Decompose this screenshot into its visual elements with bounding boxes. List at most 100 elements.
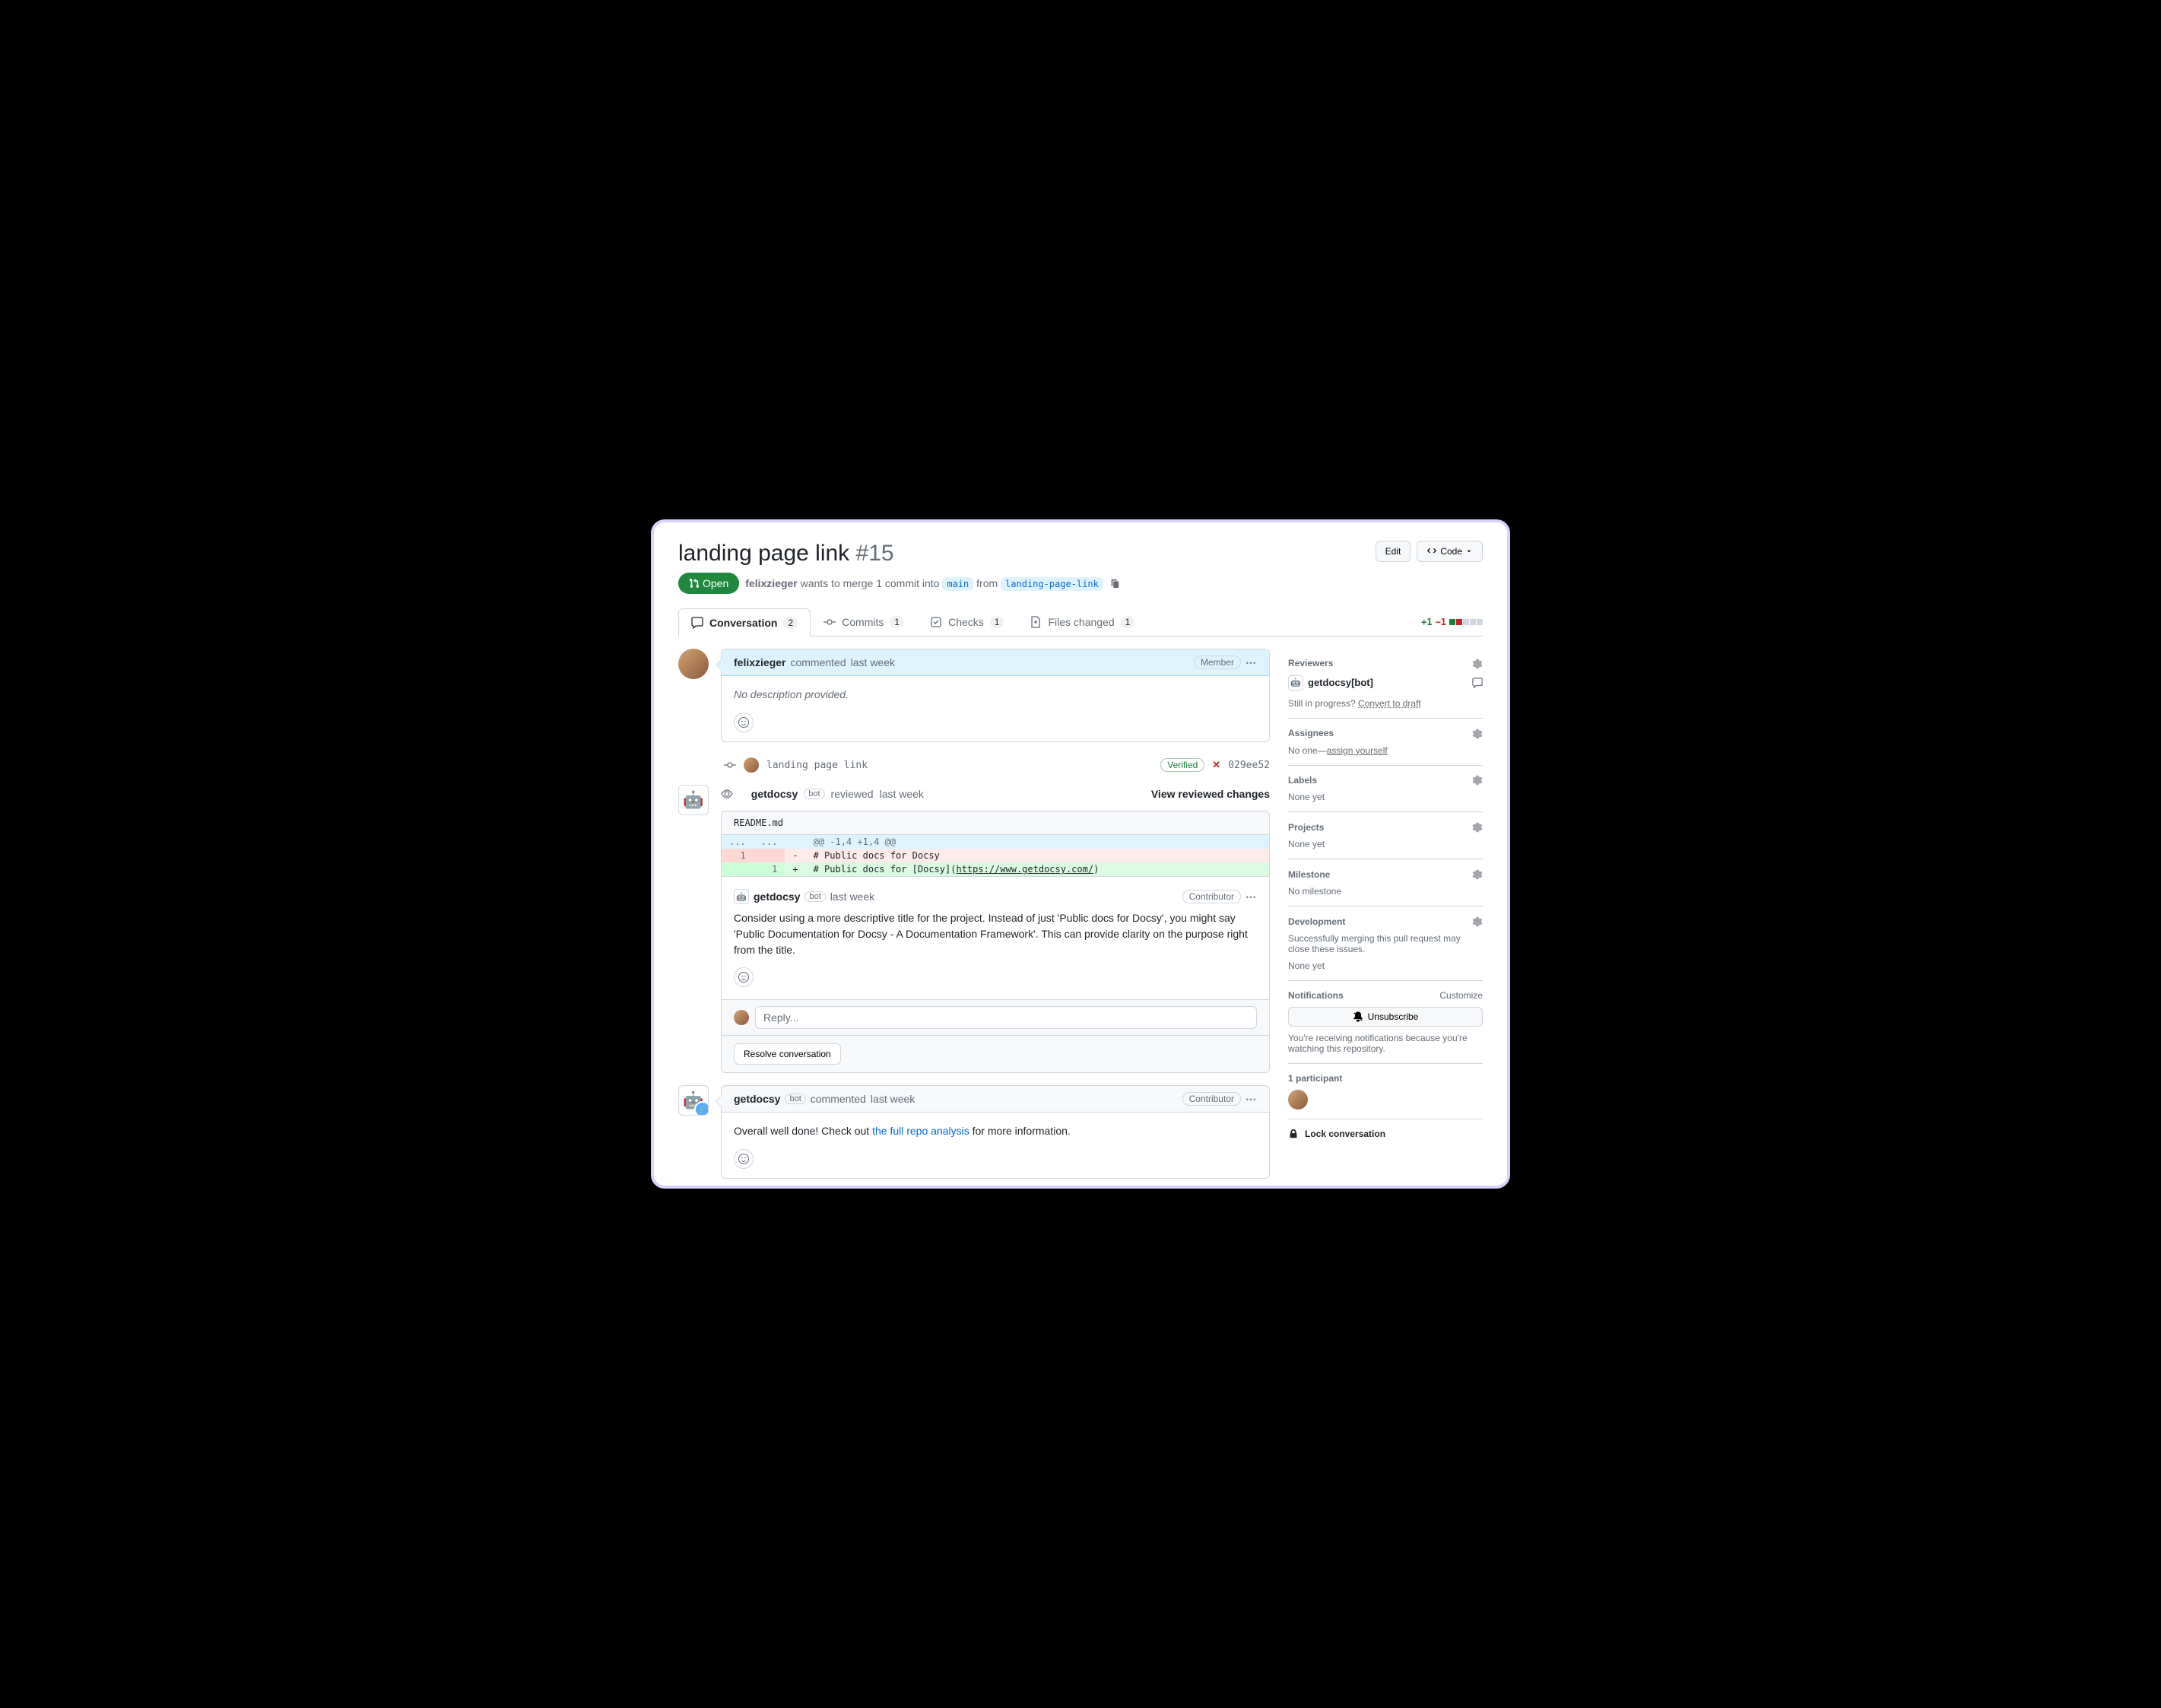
code-icon [1426, 546, 1437, 557]
sidebar: Reviewers 🤖 getdocsy[bot] Still in progr… [1288, 649, 1483, 1186]
rc-author[interactable]: getdocsy [754, 891, 800, 903]
contributor-badge: Contributor [1182, 1092, 1241, 1106]
comment-body: Overall well done! Check out the full re… [722, 1113, 1269, 1149]
smiley-icon [738, 971, 750, 983]
comment-box: felixzieger commented last week Member ⋯… [721, 649, 1270, 742]
pr-author[interactable]: felixzieger [745, 577, 797, 589]
kebab-icon[interactable]: ⋯ [1246, 1093, 1257, 1106]
base-branch[interactable]: main [942, 577, 973, 591]
commit-message[interactable]: landing page link [766, 760, 868, 771]
development-title: Development [1288, 916, 1345, 927]
participant-avatar[interactable] [1288, 1090, 1308, 1110]
notifications-title: Notifications [1288, 990, 1344, 1001]
comment-icon [691, 617, 703, 629]
tabs: Conversation 2 Commits 1 Checks 1 Files … [678, 608, 1483, 637]
avatar[interactable] [744, 757, 759, 773]
commit-icon [823, 616, 836, 628]
gear-icon[interactable] [1472, 868, 1483, 880]
avatar[interactable] [734, 1010, 749, 1025]
avatar-bot[interactable]: 🤖 [734, 889, 749, 904]
copy-icon[interactable] [1109, 578, 1120, 589]
comment-body: No description provided. [734, 688, 849, 700]
code-button[interactable]: Code [1417, 541, 1483, 562]
tab-commits[interactable]: Commits 1 [811, 608, 917, 636]
gear-icon[interactable] [1472, 728, 1483, 739]
diff-table: ......@@ -1,4 +1,4 @@ 1-# Public docs fo… [722, 835, 1269, 876]
avatar[interactable] [678, 649, 709, 679]
tab-files[interactable]: Files changed 1 [1017, 608, 1147, 636]
react-button[interactable] [734, 967, 754, 987]
tab-checks[interactable]: Checks 1 [917, 608, 1017, 636]
member-badge: Member [1194, 656, 1241, 669]
bot-badge: bot [804, 891, 825, 902]
head-branch[interactable]: landing-page-link [1001, 577, 1103, 591]
comment-icon[interactable] [1472, 678, 1483, 688]
gear-icon[interactable] [1472, 775, 1483, 786]
pr-title: landing page link #15 [678, 541, 894, 567]
review-author[interactable]: getdocsy [751, 788, 798, 800]
bot-badge: bot [804, 789, 824, 799]
labels-body: None yet [1288, 792, 1483, 802]
contributor-badge: Contributor [1182, 890, 1241, 903]
verified-badge[interactable]: Verified [1160, 758, 1204, 772]
gear-icon[interactable] [1472, 658, 1483, 669]
avatar-bot[interactable]: 🤖 [1288, 675, 1303, 691]
kebab-icon[interactable]: ⋯ [1246, 891, 1257, 903]
react-button[interactable] [734, 1149, 754, 1169]
eye-icon [721, 788, 733, 800]
bot-badge: bot [785, 1094, 805, 1104]
avatar-bot[interactable]: 🤖 [678, 785, 709, 815]
customize-link[interactable]: Customize [1439, 990, 1483, 1001]
commit-row: landing page link Verified ✕ 029ee52 [678, 754, 1270, 776]
notifications-reason: You're receiving notifications because y… [1288, 1033, 1483, 1054]
labels-title: Labels [1288, 775, 1317, 786]
pr-meta: Open felixzieger wants to merge 1 commit… [678, 573, 1483, 594]
projects-body: None yet [1288, 839, 1483, 849]
projects-title: Projects [1288, 822, 1324, 833]
review-file[interactable]: README.md [722, 811, 1269, 835]
diffstat: +1 −1 [1421, 617, 1483, 627]
view-changes-link[interactable]: View reviewed changes [1151, 788, 1270, 800]
app-window: landing page link #15 Edit Code Open fel… [651, 519, 1510, 1189]
gear-icon[interactable] [1472, 821, 1483, 833]
reviewers-title: Reviewers [1288, 658, 1333, 668]
convert-draft-link[interactable]: Convert to draft [1358, 698, 1421, 709]
analysis-link[interactable]: the full repo analysis [872, 1125, 969, 1137]
react-button[interactable] [734, 713, 754, 732]
edit-button[interactable]: Edit [1376, 541, 1411, 562]
commit-sha[interactable]: 029ee52 [1228, 760, 1270, 771]
caret-down-icon [1465, 548, 1473, 555]
reply-input[interactable]: Reply... [755, 1006, 1257, 1029]
assignees-title: Assignees [1288, 728, 1334, 738]
review-time[interactable]: last week [880, 788, 924, 800]
comment-time[interactable]: last week [871, 1093, 915, 1105]
scroll-area[interactable]: landing page link #15 Edit Code Open fel… [654, 522, 1507, 1186]
resolve-button[interactable]: Resolve conversation [734, 1043, 841, 1065]
avatar-bot[interactable]: 🤖 [678, 1085, 709, 1116]
development-none: None yet [1288, 960, 1483, 971]
smiley-icon [738, 1153, 750, 1165]
file-diff-icon [1030, 616, 1042, 628]
rc-time[interactable]: last week [830, 891, 874, 903]
check-icon [930, 616, 942, 628]
review-box: README.md ......@@ -1,4 +1,4 @@ 1-# Publ… [721, 811, 1270, 1073]
gear-icon[interactable] [1472, 916, 1483, 927]
comment-author[interactable]: getdocsy [734, 1093, 780, 1105]
tab-conversation[interactable]: Conversation 2 [678, 608, 811, 637]
assign-yourself-link[interactable]: assign yourself [1327, 745, 1388, 756]
milestone-body: No milestone [1288, 886, 1483, 897]
state-badge: Open [678, 573, 739, 594]
unsubscribe-button[interactable]: Unsubscribe [1288, 1007, 1483, 1027]
review-comment-body: Consider using a more descriptive title … [734, 910, 1257, 958]
comment-author[interactable]: felixzieger [734, 656, 785, 668]
comment-time[interactable]: last week [851, 656, 895, 668]
kebab-icon[interactable]: ⋯ [1246, 656, 1257, 669]
lock-icon [1288, 1129, 1299, 1139]
status-fail-icon[interactable]: ✕ [1212, 759, 1220, 771]
smiley-icon [738, 716, 750, 729]
bell-slash-icon [1353, 1011, 1363, 1022]
pr-icon [689, 578, 700, 589]
lock-conversation[interactable]: Lock conversation [1288, 1119, 1483, 1139]
development-body: Successfully merging this pull request m… [1288, 933, 1483, 954]
reviewer-name[interactable]: getdocsy[bot] [1308, 677, 1373, 688]
